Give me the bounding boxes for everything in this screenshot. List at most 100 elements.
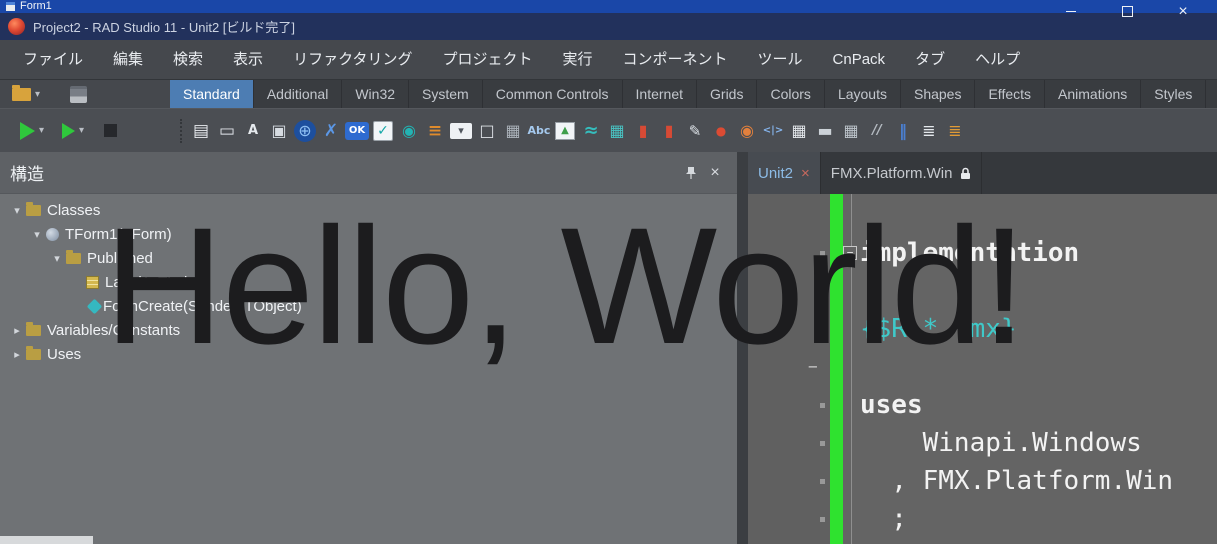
open-dropdown-icon[interactable] xyxy=(35,89,40,100)
menu-file[interactable]: ファイル xyxy=(8,40,98,79)
save-icon[interactable] xyxy=(70,85,88,103)
grid-panel-icon[interactable]: ▦ xyxy=(500,118,526,144)
menu-tools[interactable]: ツール xyxy=(743,40,818,79)
edit-field-icon[interactable]: ▭ xyxy=(214,118,240,144)
chart-grid-icon[interactable]: ▦ xyxy=(604,118,630,144)
list-view-icon[interactable]: ≣ xyxy=(916,118,942,144)
menu-run[interactable]: 実行 xyxy=(547,40,607,79)
editor-body[interactable]: implementation {$R *.fmx} xyxy=(748,194,1217,544)
palette-tab-layouts[interactable]: Layouts xyxy=(825,80,901,108)
tree-item-classes[interactable]: Classes xyxy=(0,198,737,222)
code-line[interactable] xyxy=(860,348,1217,386)
palette-tab-effects[interactable]: Effects xyxy=(975,80,1046,108)
tab-unit2[interactable]: Unit2 xyxy=(748,152,821,194)
run-dropdown-icon[interactable] xyxy=(39,125,44,136)
fold-collapse-icon[interactable] xyxy=(843,246,857,260)
code-line[interactable]: , FMX.Platform.Win xyxy=(820,462,1217,500)
panel-splitter[interactable] xyxy=(737,152,748,544)
form-window-icon[interactable]: ▤ xyxy=(188,118,214,144)
minimize-button[interactable] xyxy=(1043,1,1099,22)
close-panel-icon[interactable] xyxy=(703,162,727,184)
edit-note-icon[interactable]: ✎ xyxy=(682,118,708,144)
switch-icon[interactable]: ◉ xyxy=(734,118,760,144)
ok-button-icon[interactable]: OK xyxy=(345,121,369,140)
fold-region-icon[interactable] xyxy=(808,348,818,386)
expander-icon[interactable] xyxy=(8,324,26,337)
code-line[interactable]: {$R *.fmx} xyxy=(820,310,1217,348)
globe-icon[interactable]: ⊕ xyxy=(294,119,316,142)
tree-item-tform1[interactable]: TForm1(TForm) xyxy=(0,222,737,246)
blue-x-icon[interactable]: ✗ xyxy=(318,118,344,144)
menu-tabs[interactable]: タブ xyxy=(900,40,960,79)
run-without-debug-button[interactable] xyxy=(62,122,76,139)
menu-cnpack[interactable]: CnPack xyxy=(818,40,901,79)
palette-tab-system[interactable]: System xyxy=(409,80,483,108)
expander-icon[interactable] xyxy=(48,252,66,265)
palette-tab-standard[interactable]: Standard xyxy=(170,80,254,108)
code-brackets-icon[interactable]: <|> xyxy=(760,118,786,144)
main-titlebar[interactable]: Project2 - RAD Studio 11 - Unit2 [ビルド完了] xyxy=(0,13,1217,40)
palette-tab-internet[interactable]: Internet xyxy=(623,80,698,108)
tree-item-label1[interactable]: Label1: TLabel xyxy=(0,270,737,294)
toolbar-run-components: ▤ ▭ A ▣ ⊕ ✗ OK ✓ ◉ ≡ ▾ □ ▦ Abc ▲ ≈ ▦ ▮ ▮… xyxy=(0,108,1217,152)
menu-refactoring[interactable]: リファクタリング xyxy=(278,40,427,79)
expander-icon[interactable] xyxy=(8,204,26,217)
tree-item-variables-constants[interactable]: Variables/Constants xyxy=(0,318,737,342)
stop-button[interactable] xyxy=(104,124,118,137)
progress-red-icon[interactable]: ▮ xyxy=(630,118,656,144)
editor-gutter[interactable] xyxy=(748,194,830,544)
checkbox-icon[interactable]: ✓ xyxy=(373,120,393,141)
expander-icon[interactable] xyxy=(8,348,26,361)
run-without-debug-dropdown-icon[interactable] xyxy=(79,125,84,136)
menu-project[interactable]: プロジェクト xyxy=(427,40,547,79)
open-file-icon[interactable] xyxy=(12,84,31,101)
palette-tab-win32[interactable]: Win32 xyxy=(342,80,410,108)
panel-icon[interactable]: □ xyxy=(474,118,500,144)
layers-icon[interactable]: ▣ xyxy=(266,118,292,144)
code-line[interactable]: implementation xyxy=(820,234,1217,272)
tab-fmx-platform-win[interactable]: FMX.Platform.Win xyxy=(821,152,983,194)
menu-edit[interactable]: 編集 xyxy=(98,40,158,79)
menu-component[interactable]: コンポーネント xyxy=(608,40,743,79)
columns-icon[interactable]: ‖ xyxy=(890,118,916,144)
label-abc-icon[interactable]: Abc xyxy=(526,118,552,144)
slider-icon[interactable]: ● xyxy=(708,118,734,144)
expander-icon[interactable] xyxy=(28,228,46,241)
code-line[interactable]: ; xyxy=(820,500,1217,538)
track-red-icon[interactable]: ▮ xyxy=(656,118,682,144)
header-grid-icon[interactable]: ▦ xyxy=(786,118,812,144)
palette-tab-shapes[interactable]: Shapes xyxy=(901,80,976,108)
memo-icon[interactable]: ≣ xyxy=(942,118,968,144)
run-button[interactable] xyxy=(20,121,35,140)
path-icon[interactable]: ≈ xyxy=(578,118,604,144)
maximize-button[interactable] xyxy=(1099,1,1155,22)
menu-view[interactable]: 表示 xyxy=(218,40,278,79)
code-line[interactable]: uses xyxy=(820,386,1217,424)
code-line[interactable]: Winapi.Windows xyxy=(820,424,1217,462)
tree-item-formcreate[interactable]: FormCreate(Sender: TObject) xyxy=(0,294,737,318)
listbox-icon[interactable]: ≡ xyxy=(422,118,448,144)
palette-tab-additional[interactable]: Additional xyxy=(254,80,343,108)
menu-help[interactable]: ヘルプ xyxy=(960,40,1035,79)
progressbar-icon[interactable]: ▬ xyxy=(812,118,838,144)
close-tab-icon[interactable] xyxy=(801,165,810,182)
close-button[interactable] xyxy=(1155,1,1211,22)
pin-icon[interactable] xyxy=(679,162,703,184)
code-line[interactable] xyxy=(860,272,1217,310)
splitter-icon[interactable]: // xyxy=(864,118,890,144)
form1-titlebar[interactable]: Form1 xyxy=(0,0,1217,13)
palette-tab-common-controls[interactable]: Common Controls xyxy=(483,80,623,108)
palette-tab-styles[interactable]: Styles xyxy=(1141,80,1207,108)
code-lines: implementation {$R *.fmx} xyxy=(820,194,1217,544)
combobox-icon[interactable]: ▾ xyxy=(450,122,472,139)
tree-item-uses[interactable]: Uses xyxy=(0,342,737,366)
palette-tab-grids[interactable]: Grids xyxy=(697,80,758,108)
label-edit-icon[interactable]: A xyxy=(240,118,266,144)
table-view-icon[interactable]: ▦ xyxy=(838,118,864,144)
palette-tab-colors[interactable]: Colors xyxy=(757,80,825,108)
palette-tab-animations[interactable]: Animations xyxy=(1045,80,1142,108)
radio-button-icon[interactable]: ◉ xyxy=(396,118,422,144)
menu-search[interactable]: 検索 xyxy=(158,40,218,79)
tree-item-published[interactable]: Published xyxy=(0,246,737,270)
image-icon[interactable]: ▲ xyxy=(555,121,575,140)
